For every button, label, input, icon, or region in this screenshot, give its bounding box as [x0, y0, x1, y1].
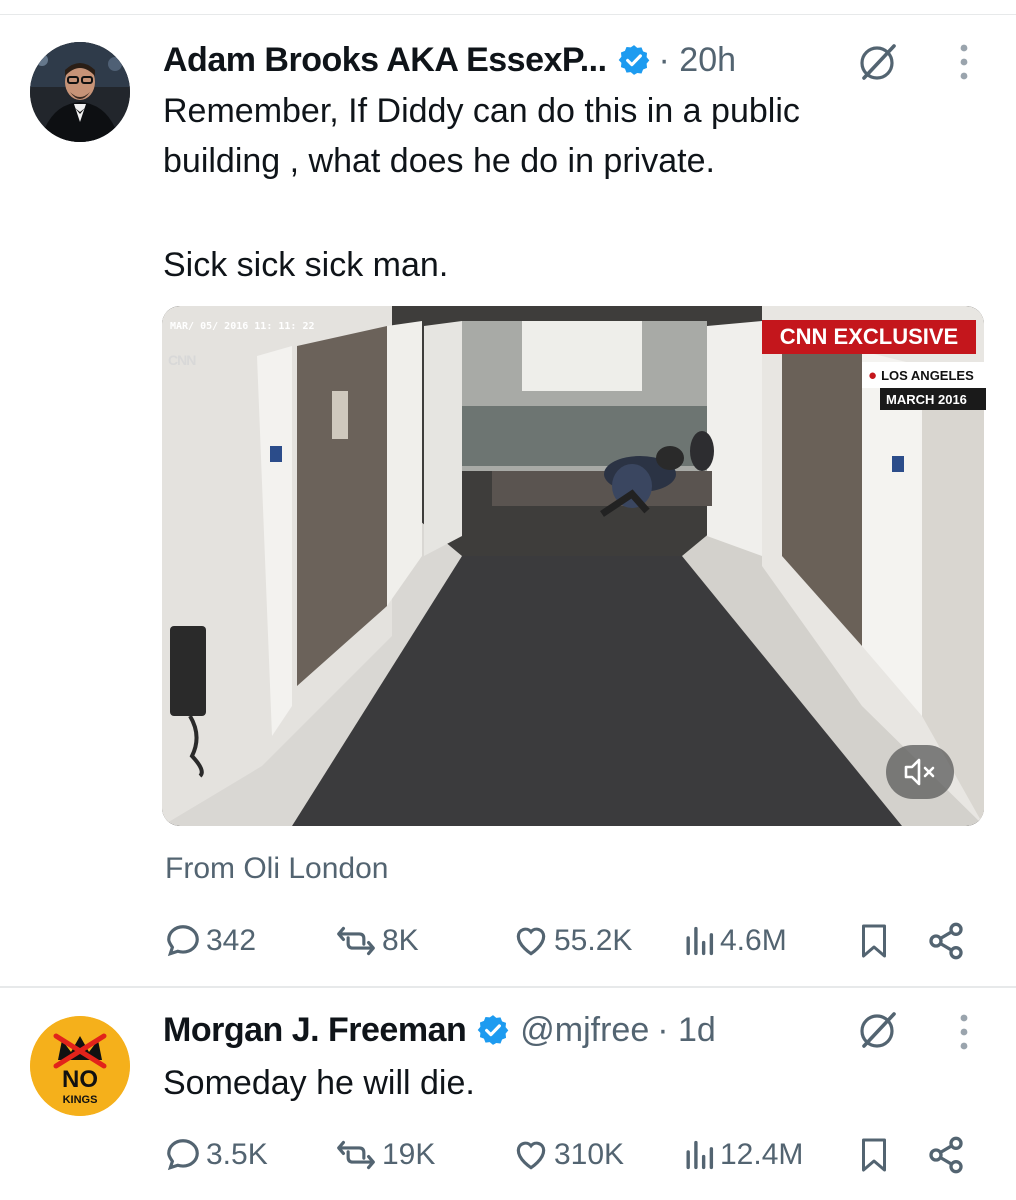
repost-count: 8K [382, 924, 419, 957]
bookmark-button[interactable] [856, 1130, 896, 1180]
date-label: MARCH 2016 [880, 388, 986, 410]
avatar-kings-text: KINGS [62, 1094, 98, 1106]
verified-badge-icon [618, 45, 649, 75]
bookmark-icon [862, 1138, 886, 1172]
like-button[interactable]: 310K [512, 1130, 624, 1180]
tweet-text-line: building , what does he do in private. [163, 142, 715, 180]
media-attribution[interactable]: From Oli London [165, 852, 388, 886]
cnn-exclusive-banner: CNN EXCLUSIVE [762, 320, 976, 354]
location-label: ● LOS ANGELES [862, 362, 986, 388]
like-count: 55.2K [554, 924, 633, 957]
mute-button[interactable] [886, 745, 954, 799]
timestamp[interactable]: · 20h [659, 41, 737, 80]
location-text: LOS ANGELES [881, 367, 974, 383]
views-button[interactable]: 4.6M [682, 916, 787, 966]
share-icon [929, 1136, 963, 1174]
reply-count: 342 [206, 924, 257, 957]
reply-button[interactable]: 342 [164, 916, 256, 966]
tweet-header: Morgan J. Freeman @mjfree · 1d [163, 1008, 716, 1052]
share-icon [929, 922, 963, 960]
like-count: 310K [554, 1138, 625, 1171]
views-icon [686, 926, 714, 956]
views-count: 12.4M [720, 1138, 804, 1171]
tweet-header: Adam Brooks AKA EssexP... · 20h [163, 38, 736, 82]
author-name[interactable]: Adam Brooks AKA EssexP... [163, 41, 607, 80]
video-frame [162, 306, 984, 826]
like-button[interactable]: 55.2K [512, 916, 632, 966]
grok-icon[interactable] [856, 1008, 900, 1052]
video-player[interactable] [162, 306, 984, 826]
like-icon [516, 927, 546, 956]
reply-icon [167, 925, 199, 957]
like-icon [516, 1141, 546, 1170]
tweet-text-extra: Sick sick sick man. [163, 246, 449, 284]
repost-icon [337, 926, 375, 956]
more-icon[interactable] [954, 1012, 974, 1052]
tweet-text-line: Remember, If Diddy can do this in a publ… [163, 92, 800, 130]
location-pin-icon: ● [868, 366, 878, 384]
top-divider [0, 14, 1016, 15]
views-count: 4.6M [720, 924, 787, 957]
repost-count: 19K [382, 1138, 436, 1171]
reply-count: 3.5K [206, 1138, 268, 1171]
avatar[interactable]: NO KINGS [30, 1016, 130, 1116]
avatar[interactable] [30, 42, 130, 142]
author-name[interactable]: Morgan J. Freeman [163, 1011, 467, 1050]
tweet-text: Remember, If Diddy can do this in a publ… [163, 86, 963, 186]
grok-icon[interactable] [856, 40, 900, 84]
views-button[interactable]: 12.4M [682, 1130, 803, 1180]
views-icon [686, 1140, 714, 1170]
bookmark-button[interactable] [856, 916, 896, 966]
repost-button[interactable]: 8K [334, 916, 419, 966]
more-icon[interactable] [954, 42, 974, 82]
action-bar: 3.5K 19K 310K 12.4M [0, 1130, 1016, 1180]
reply-icon [167, 1139, 199, 1171]
author-handle[interactable]: @mjfree [520, 1011, 649, 1050]
avatar-no-text: NO [62, 1066, 98, 1093]
repost-button[interactable]: 19K [334, 1130, 435, 1180]
cnn-watermark: CNN [168, 352, 196, 368]
mute-icon [904, 758, 935, 786]
tweet-text: Someday he will die. [163, 1064, 475, 1102]
reply-button[interactable]: 3.5K [164, 1130, 268, 1180]
action-bar: 342 8K 55.2K 4.6M [0, 916, 1016, 966]
timestamp[interactable]: · 1d [657, 1011, 716, 1050]
bookmark-icon [862, 924, 886, 958]
repost-icon [337, 1140, 375, 1170]
video-timestamp: MAR/ 05/ 2016 11: 11: 22 [170, 321, 315, 332]
tweet-divider [0, 986, 1016, 988]
verified-badge-icon [477, 1015, 509, 1045]
share-button[interactable] [926, 1130, 970, 1180]
share-button[interactable] [926, 916, 970, 966]
